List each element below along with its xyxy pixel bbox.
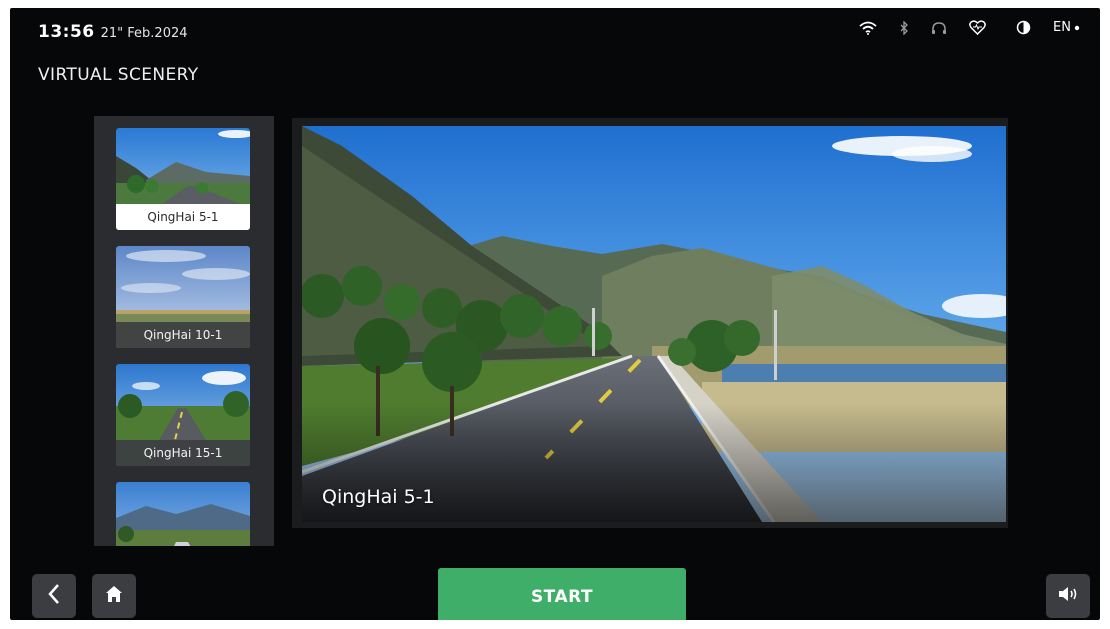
scenery-item-label: QingHai 5-1 [116,204,250,230]
language-selector[interactable]: EN [1053,20,1080,35]
preview-title: QingHai 5-1 [322,486,435,508]
scenery-preview-image [302,126,1006,522]
clock-time: 13:56 [38,22,95,42]
scenery-item-partial[interactable] [116,482,250,546]
scenery-preview-panel: QingHai 5-1 [292,118,1008,528]
scenery-list[interactable]: QingHai 5-1 QingHai 10-1 QingHai 15-1 [94,116,274,546]
scenery-preview[interactable]: QingHai 5-1 [302,126,1006,522]
volume-icon [1057,585,1079,607]
wifi-icon [859,21,877,35]
volume-button[interactable] [1046,574,1090,618]
scenery-item-label: QingHai 10-1 [116,322,250,348]
headphones-icon [931,21,947,35]
language-label: EN [1053,20,1071,35]
scenery-item-qinghai-10-1[interactable]: QingHai 10-1 [116,246,250,348]
scenery-item-qinghai-15-1[interactable]: QingHai 15-1 [116,364,250,466]
heart-rate-icon [969,20,986,35]
home-icon [104,584,124,608]
clock-date: 21" Feb.2024 [100,26,188,41]
dropdown-dot-icon [1074,25,1080,31]
device-screen: 13:56 21" Feb.2024 EN VIRTUAL SCENERY Qi… [10,8,1100,620]
home-button[interactable] [92,574,136,618]
system-icons: EN [859,20,1080,35]
start-button[interactable]: START [438,568,686,620]
scenery-item-label: QingHai 15-1 [116,440,250,466]
scenery-thumbnail [116,482,250,546]
page-title: VIRTUAL SCENERY [38,65,199,85]
scenery-item-qinghai-5-1[interactable]: QingHai 5-1 [116,128,250,230]
back-icon [47,583,61,609]
status-bar: 13:56 21" Feb.2024 [38,22,188,42]
back-button[interactable] [32,574,76,618]
bluetooth-icon [899,20,909,35]
brightness-icon[interactable] [1016,20,1031,35]
